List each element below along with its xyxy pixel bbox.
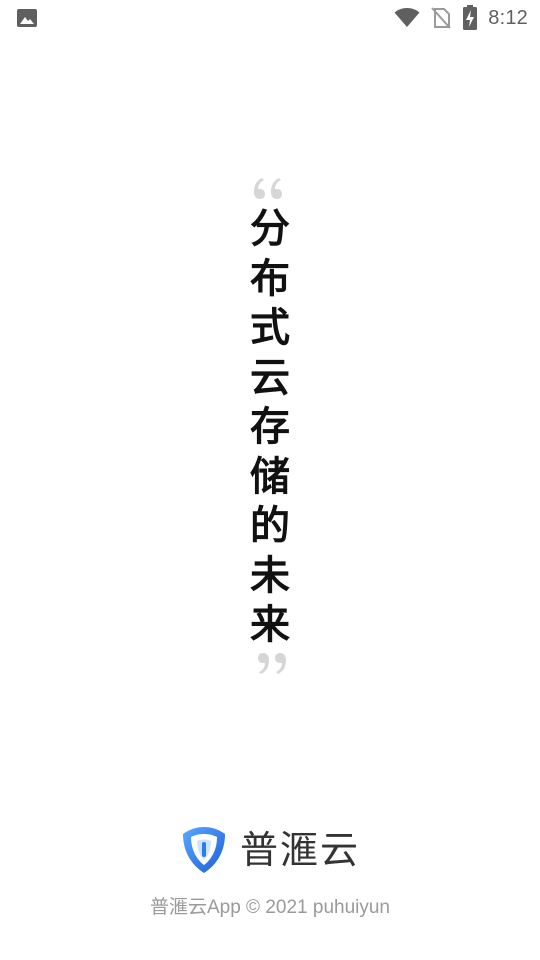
image-notification-icon bbox=[17, 9, 37, 27]
brand-name: 普滙云 bbox=[239, 828, 360, 872]
slogan-char: 储 bbox=[250, 452, 290, 500]
slogan-char: 分 bbox=[250, 205, 290, 252]
status-bar: 8:12 bbox=[0, 0, 540, 36]
shield-logo-icon bbox=[182, 827, 225, 873]
open-quote-mark bbox=[254, 178, 282, 199]
slogan-char: 布 bbox=[250, 254, 290, 302]
battery-charging-icon bbox=[463, 5, 478, 30]
slogan-vertical-text: 分 布 式 云 存 储 的 未 来 bbox=[247, 204, 293, 650]
brand-lockup: 普滙云 bbox=[0, 824, 540, 876]
slogan-char: 式 bbox=[250, 304, 290, 351]
slogan-char: 未 bbox=[250, 551, 290, 599]
wifi-icon bbox=[394, 8, 420, 27]
status-clock: 8:12 bbox=[488, 6, 528, 29]
slogan-char: 云 bbox=[250, 353, 290, 401]
no-sim-icon bbox=[431, 7, 452, 29]
slogan-char: 存 bbox=[250, 403, 290, 450]
slogan-char: 来 bbox=[250, 601, 290, 648]
close-quote-mark bbox=[258, 653, 286, 674]
slogan-char: 的 bbox=[250, 502, 290, 549]
copyright-footer: 普滙云App © 2021 puhuiyun bbox=[149, 897, 391, 918]
